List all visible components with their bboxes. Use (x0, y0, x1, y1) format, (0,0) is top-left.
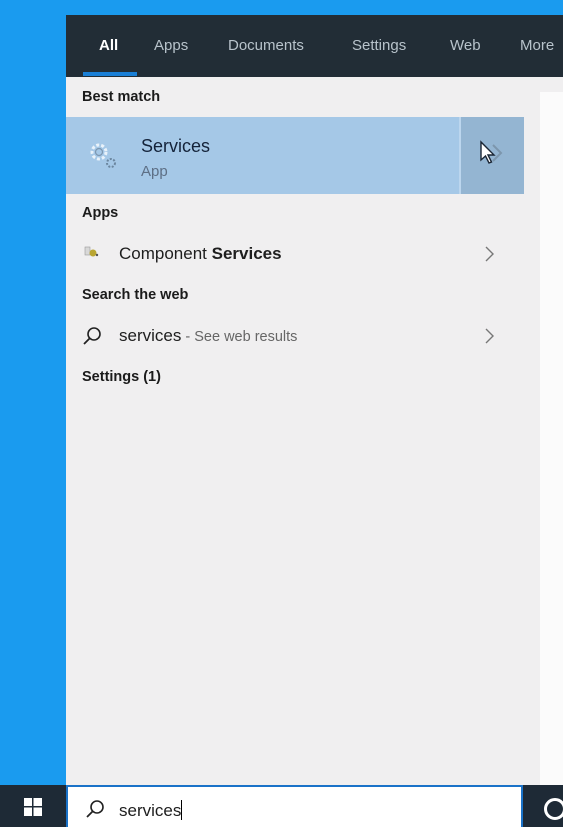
best-match-title: Services (141, 136, 211, 156)
best-match-subtitle: App (141, 163, 168, 180)
list-item-component-services[interactable]: Component Services (66, 237, 524, 271)
search-web-header: Search the web (82, 287, 189, 303)
tab-settings[interactable]: Settings (352, 37, 406, 54)
best-match-header: Best match (82, 89, 161, 105)
apps-header: Apps (82, 205, 119, 221)
tab-all[interactable]: All (99, 37, 118, 54)
desktop-strip (0, 15, 66, 785)
start-button[interactable] (0, 785, 66, 827)
search-panel: All Apps Documents Settings Web More Bes… (66, 15, 563, 785)
best-match-item[interactable]: Services App (66, 117, 524, 194)
tab-apps[interactable]: Apps (154, 37, 188, 54)
mouse-cursor-icon (480, 140, 503, 164)
gears-icon (90, 143, 116, 168)
taskbar: services (0, 785, 563, 827)
search-icon (86, 800, 104, 818)
taskbar-search-box[interactable]: services (66, 785, 523, 827)
tab-web[interactable]: Web (450, 37, 481, 54)
chevron-right-icon (485, 328, 494, 344)
search-icon (83, 327, 101, 345)
tab-more[interactable]: More (520, 37, 554, 54)
preview-pane (540, 92, 563, 785)
cortana-circle-icon[interactable] (544, 798, 563, 820)
search-input[interactable]: services (119, 800, 183, 821)
windows-logo-icon (24, 798, 42, 816)
chevron-right-icon (485, 246, 494, 262)
active-tab-indicator (83, 72, 137, 76)
open-preview-button[interactable] (459, 117, 524, 194)
component-services-label: Component Services (119, 244, 282, 263)
web-result-label: services - See web results (119, 326, 298, 345)
settings-header[interactable]: Settings (1) (82, 369, 161, 385)
list-item-web-results[interactable]: services - See web results (66, 319, 524, 353)
tab-documents[interactable]: Documents (228, 37, 304, 54)
text-caret (181, 800, 183, 820)
results-list: Best match Services App Apps Component S… (66, 77, 524, 785)
component-services-icon (84, 246, 99, 257)
search-filter-tabs: All Apps Documents Settings Web More (66, 15, 563, 77)
